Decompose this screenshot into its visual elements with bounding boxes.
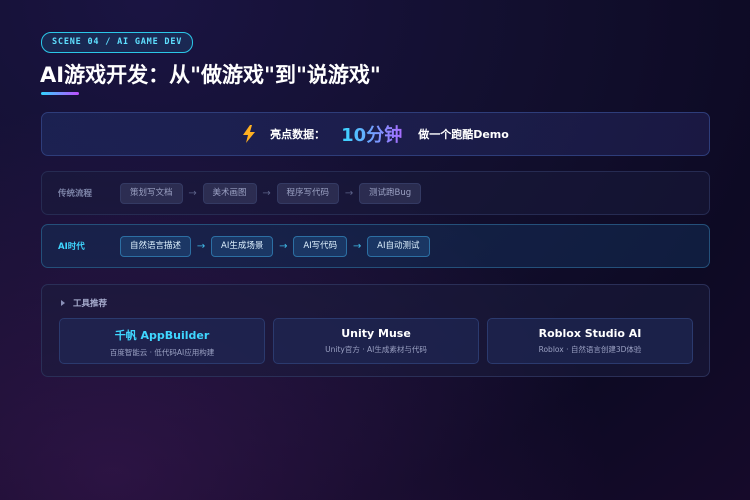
tools-panel: 工具推荐 千帆 AppBuilder 百度智能云 · 低代码AI应用构建 Uni…: [41, 284, 710, 377]
traditional-step: 策划写文档: [120, 182, 183, 204]
arrow-right-icon: →: [352, 240, 362, 252]
traditional-step: 程序写代码: [276, 182, 340, 204]
traditional-step: 美术画图: [202, 182, 257, 204]
ai-flow-row: AI时代 自然语言描述 → AI生成场景 → AI写代码 → AI自动测试: [41, 224, 710, 268]
arrow-right-icon: →: [188, 187, 197, 199]
tool-name: Unity Muse: [341, 327, 411, 340]
ai-step: AI写代码: [293, 235, 348, 257]
tool-description: Unity官方 · AI生成素材与代码: [325, 345, 427, 354]
tools-header-label: 工具推荐: [73, 299, 108, 309]
tool-card-roblox-studio-ai[interactable]: Roblox Studio AI Roblox · 自然语言创建3D体验: [487, 318, 693, 364]
traditional-flow-row: 传统流程 策划写文档 → 美术画图 → 程序写代码 → 测试跑Bug: [41, 171, 710, 215]
scene-tag: SCENE 04 / AI GAME DEV: [41, 32, 194, 53]
ai-step: AI自动测试: [367, 235, 430, 257]
title-underline: [41, 92, 79, 95]
triangle-bullet-icon: [61, 300, 65, 306]
traditional-flow-label: 传统流程: [58, 189, 93, 199]
traditional-step: 测试跑Bug: [359, 182, 422, 204]
highlight-description: 做一个跑酷Demo: [418, 128, 509, 141]
tools-header: 工具推荐: [61, 297, 107, 309]
tool-description: Roblox · 自然语言创建3D体验: [538, 345, 642, 354]
highlight-card: 亮点数据： 10分钟 做一个跑酷Demo: [41, 112, 710, 156]
tool-card-appbuilder[interactable]: 千帆 AppBuilder 百度智能云 · 低代码AI应用构建: [59, 318, 265, 364]
arrow-right-icon: →: [344, 187, 354, 199]
arrow-right-icon: →: [279, 240, 288, 252]
page-title: AI游戏开发：从"做游戏"到"说游戏": [40, 63, 381, 87]
ai-step: 自然语言描述: [120, 235, 192, 257]
arrow-right-icon: →: [196, 240, 206, 252]
highlight-label: 亮点数据：: [270, 128, 326, 141]
ai-step: AI生成场景: [211, 235, 274, 257]
tool-name: Roblox Studio AI: [538, 327, 642, 340]
tool-description: 百度智能云 · 低代码AI应用构建: [109, 348, 215, 357]
arrow-right-icon: →: [262, 187, 271, 199]
tool-card-unity-muse[interactable]: Unity Muse Unity官方 · AI生成素材与代码: [273, 318, 479, 364]
lightning-bolt-icon: [242, 125, 256, 143]
ai-flow-label: AI时代: [58, 242, 85, 252]
highlight-value: 10分钟: [341, 121, 402, 147]
tool-name: 千帆 AppBuilder: [114, 329, 210, 342]
